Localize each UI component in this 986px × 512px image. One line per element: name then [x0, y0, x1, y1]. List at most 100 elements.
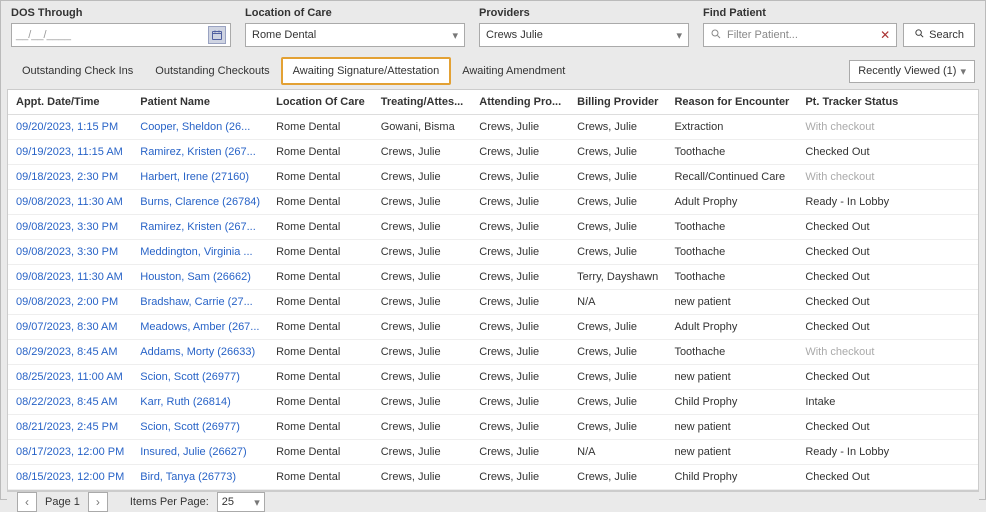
col-patient-name[interactable]: Patient Name [132, 90, 268, 115]
prev-page-button[interactable]: ‹ [17, 492, 37, 512]
table-row: 09/19/2023, 11:15 AMRamirez, Kristen (26… [8, 140, 978, 165]
items-per-page-select[interactable]: 25 ▾ [217, 492, 265, 512]
cell-appt-datetime[interactable]: 09/08/2023, 3:30 PM [8, 240, 132, 265]
cell-patient-name[interactable]: Scion, Scott (26977) [132, 365, 268, 390]
cell-appt-datetime[interactable]: 09/08/2023, 11:30 AM [8, 265, 132, 290]
col-reason[interactable]: Reason for Encounter [666, 90, 797, 115]
next-page-button[interactable]: › [88, 492, 108, 512]
find-patient-filter: Find Patient Filter Patient... ✕ Search [703, 7, 975, 47]
cell-appt-datetime[interactable]: 09/08/2023, 2:00 PM [8, 290, 132, 315]
recently-viewed-button[interactable]: Recently Viewed (1) ▾ [849, 60, 975, 83]
results-scroll[interactable]: Appt. Date/Time Patient Name Location Of… [8, 90, 978, 490]
cell-status: Checked Out [797, 315, 978, 340]
table-row: 09/08/2023, 2:00 PMBradshaw, Carrie (27.… [8, 290, 978, 315]
table-header-row: Appt. Date/Time Patient Name Location Of… [8, 90, 978, 115]
table-row: 08/17/2023, 12:00 PMInsured, Julie (2662… [8, 440, 978, 465]
dos-date-value: __/__/____ [16, 29, 71, 41]
dos-label: DOS Through [11, 7, 231, 19]
dos-filter: DOS Through __/__/____ [11, 7, 231, 47]
tab-awaiting-amendment[interactable]: Awaiting Amendment [451, 58, 576, 84]
cell-location: Rome Dental [268, 315, 373, 340]
tab-outstanding-checkouts[interactable]: Outstanding Checkouts [144, 58, 280, 84]
cell-patient-name[interactable]: Bradshaw, Carrie (27... [132, 290, 268, 315]
cell-location: Rome Dental [268, 440, 373, 465]
cell-status: Ready - In Lobby [797, 440, 978, 465]
cell-appt-datetime[interactable]: 09/20/2023, 1:15 PM [8, 115, 132, 140]
cell-treating: Crews, Julie [373, 165, 472, 190]
cell-appt-datetime[interactable]: 09/18/2023, 2:30 PM [8, 165, 132, 190]
cell-billing: N/A [569, 290, 666, 315]
cell-billing: Crews, Julie [569, 340, 666, 365]
cell-status: Checked Out [797, 365, 978, 390]
tab-outstanding-checkins[interactable]: Outstanding Check Ins [11, 58, 144, 84]
cell-patient-name[interactable]: Meddington, Virginia ... [132, 240, 268, 265]
col-billing[interactable]: Billing Provider [569, 90, 666, 115]
cell-patient-name[interactable]: Harbert, Irene (27160) [132, 165, 268, 190]
cell-attending: Crews, Julie [471, 240, 569, 265]
tab-awaiting-signature[interactable]: Awaiting Signature/Attestation [281, 57, 452, 85]
cell-appt-datetime[interactable]: 08/17/2023, 12:00 PM [8, 440, 132, 465]
cell-patient-name[interactable]: Houston, Sam (26662) [132, 265, 268, 290]
col-status[interactable]: Pt. Tracker Status [797, 90, 978, 115]
providers-select[interactable]: Crews Julie ▾ [479, 23, 689, 47]
find-patient-input[interactable]: Filter Patient... ✕ [703, 23, 897, 47]
cell-status: Ready - In Lobby [797, 190, 978, 215]
cell-reason: Child Prophy [666, 465, 797, 490]
cell-appt-datetime[interactable]: 09/08/2023, 3:30 PM [8, 215, 132, 240]
location-select[interactable]: Rome Dental ▾ [245, 23, 465, 47]
cell-reason: new patient [666, 365, 797, 390]
page-label: Page 1 [45, 496, 80, 508]
col-appt-datetime[interactable]: Appt. Date/Time [8, 90, 132, 115]
recently-label: Recently Viewed (1) [858, 65, 956, 77]
cell-patient-name[interactable]: Ramirez, Kristen (267... [132, 140, 268, 165]
cell-appt-datetime[interactable]: 08/21/2023, 2:45 PM [8, 415, 132, 440]
cell-billing: N/A [569, 440, 666, 465]
cell-patient-name[interactable]: Insured, Julie (26627) [132, 440, 268, 465]
cell-appt-datetime[interactable]: 09/08/2023, 11:30 AM [8, 190, 132, 215]
cell-appt-datetime[interactable]: 09/19/2023, 11:15 AM [8, 140, 132, 165]
cell-treating: Crews, Julie [373, 315, 472, 340]
cell-appt-datetime[interactable]: 09/07/2023, 8:30 AM [8, 315, 132, 340]
clear-input-icon[interactable]: ✕ [880, 28, 890, 42]
col-attending[interactable]: Attending Pro... [471, 90, 569, 115]
cell-patient-name[interactable]: Scion, Scott (26977) [132, 415, 268, 440]
calendar-icon[interactable] [208, 26, 226, 44]
cell-treating: Crews, Julie [373, 390, 472, 415]
cell-patient-name[interactable]: Addams, Morty (26633) [132, 340, 268, 365]
cell-attending: Crews, Julie [471, 265, 569, 290]
cell-patient-name[interactable]: Burns, Clarence (26784) [132, 190, 268, 215]
cell-location: Rome Dental [268, 190, 373, 215]
cell-location: Rome Dental [268, 290, 373, 315]
cell-location: Rome Dental [268, 340, 373, 365]
cell-patient-name[interactable]: Bird, Tanya (26773) [132, 465, 268, 490]
location-label: Location of Care [245, 7, 465, 19]
cell-patient-name[interactable]: Karr, Ruth (26814) [132, 390, 268, 415]
table-row: 08/25/2023, 11:00 AMScion, Scott (26977)… [8, 365, 978, 390]
cell-reason: Toothache [666, 215, 797, 240]
table-row: 09/20/2023, 1:15 PMCooper, Sheldon (26..… [8, 115, 978, 140]
col-treating[interactable]: Treating/Attes... [373, 90, 472, 115]
cell-patient-name[interactable]: Meadows, Amber (267... [132, 315, 268, 340]
cell-location: Rome Dental [268, 390, 373, 415]
find-placeholder: Filter Patient... [727, 29, 798, 41]
cell-treating: Crews, Julie [373, 290, 472, 315]
cell-appt-datetime[interactable]: 08/29/2023, 8:45 AM [8, 340, 132, 365]
cell-treating: Crews, Julie [373, 415, 472, 440]
cell-location: Rome Dental [268, 265, 373, 290]
cell-patient-name[interactable]: Ramirez, Kristen (267... [132, 215, 268, 240]
col-location[interactable]: Location Of Care [268, 90, 373, 115]
cell-attending: Crews, Julie [471, 140, 569, 165]
cell-status: Checked Out [797, 240, 978, 265]
cell-reason: new patient [666, 290, 797, 315]
dos-date-input[interactable]: __/__/____ [11, 23, 231, 47]
cell-location: Rome Dental [268, 140, 373, 165]
cell-status: Checked Out [797, 465, 978, 490]
cell-location: Rome Dental [268, 240, 373, 265]
cell-appt-datetime[interactable]: 08/25/2023, 11:00 AM [8, 365, 132, 390]
cell-attending: Crews, Julie [471, 390, 569, 415]
search-button[interactable]: Search [903, 23, 975, 47]
providers-value: Crews Julie [486, 29, 543, 41]
cell-patient-name[interactable]: Cooper, Sheldon (26... [132, 115, 268, 140]
cell-appt-datetime[interactable]: 08/15/2023, 12:00 PM [8, 465, 132, 490]
cell-appt-datetime[interactable]: 08/22/2023, 8:45 AM [8, 390, 132, 415]
